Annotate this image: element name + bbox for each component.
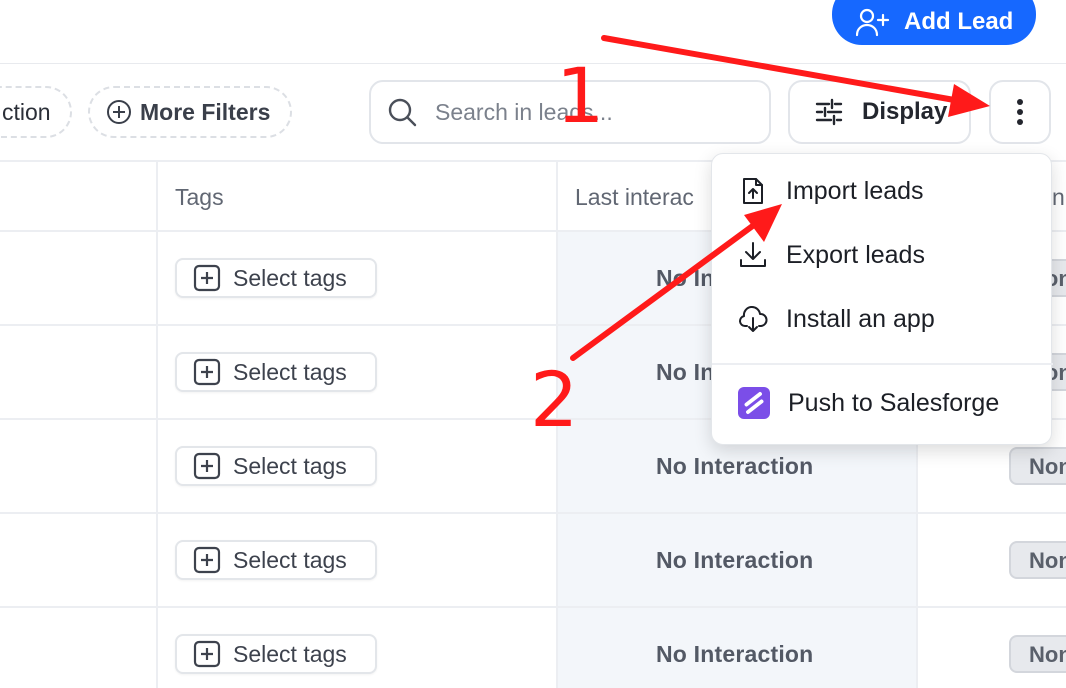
add-user-icon xyxy=(856,8,890,36)
select-tags-label: Select tags xyxy=(233,640,347,667)
action-filter-label: ction xyxy=(2,98,51,125)
more-options-menu: Import leads Export leads Install an app… xyxy=(711,153,1053,445)
vertical-dots-icon xyxy=(1017,99,1023,125)
last-interaction-value: No Interaction xyxy=(656,547,814,573)
sliders-icon xyxy=(815,98,843,126)
menu-item-install-app[interactable]: Install an app xyxy=(738,304,935,334)
annotation-step-2: 2 xyxy=(530,355,579,444)
menu-separator xyxy=(712,363,1053,365)
select-tags-label: Select tags xyxy=(233,264,347,291)
menu-item-label: Export leads xyxy=(786,240,925,269)
add-lead-label: Add Lead xyxy=(904,7,1014,35)
menu-item-label: Import leads xyxy=(786,176,924,205)
status-badge[interactable]: None xyxy=(1009,635,1066,673)
menu-item-label: Install an app xyxy=(786,304,935,333)
menu-item-push-to-salesforge[interactable]: Push to Salesforge xyxy=(738,387,999,419)
annotation-step-1: 1 xyxy=(556,51,605,140)
last-interaction-value: No Interaction xyxy=(656,453,814,479)
column-header-tags[interactable]: Tags xyxy=(157,162,224,232)
more-filters-label: More Filters xyxy=(140,98,271,125)
plus-square-icon xyxy=(193,264,221,292)
select-tags-button[interactable]: Select tags xyxy=(175,634,377,674)
select-tags-button[interactable]: Select tags xyxy=(175,446,377,486)
salesforge-logo-icon xyxy=(738,387,770,419)
plus-square-icon xyxy=(193,546,221,574)
select-tags-label: Select tags xyxy=(233,546,347,573)
add-lead-button[interactable]: Add Lead xyxy=(832,0,1036,45)
select-tags-button[interactable]: Select tags xyxy=(175,352,377,392)
menu-item-import-leads[interactable]: Import leads xyxy=(738,176,924,206)
more-options-button[interactable] xyxy=(989,80,1051,144)
select-tags-button[interactable]: Select tags xyxy=(175,540,377,580)
header-divider xyxy=(0,63,1066,64)
last-interaction-value: No Interaction xyxy=(656,641,814,667)
search-icon xyxy=(388,98,417,127)
file-upload-icon xyxy=(743,178,763,204)
status-badge[interactable]: None xyxy=(1009,447,1066,485)
select-tags-label: Select tags xyxy=(233,358,347,385)
plus-square-icon xyxy=(193,358,221,386)
menu-item-label: Push to Salesforge xyxy=(788,388,1000,417)
more-filters-button[interactable]: More Filters xyxy=(88,86,292,138)
menu-item-export-leads[interactable]: Export leads xyxy=(738,240,925,270)
select-tags-button[interactable]: Select tags xyxy=(175,258,377,298)
table-row: Select tags No Interaction None xyxy=(0,514,1066,608)
plus-square-icon xyxy=(193,640,221,668)
status-badge[interactable]: None xyxy=(1009,541,1066,579)
plus-circle-icon xyxy=(107,100,131,124)
table-row: Select tags No Interaction None xyxy=(0,608,1066,688)
cloud-download-icon xyxy=(739,305,768,332)
display-label: Display xyxy=(862,98,948,125)
action-filter-chip[interactable]: ction xyxy=(0,86,72,138)
plus-square-icon xyxy=(193,452,221,480)
download-icon xyxy=(740,242,766,267)
column-header-last-interaction[interactable]: Last interac xyxy=(557,162,694,232)
display-button[interactable]: Display xyxy=(788,80,971,144)
select-tags-label: Select tags xyxy=(233,452,347,479)
